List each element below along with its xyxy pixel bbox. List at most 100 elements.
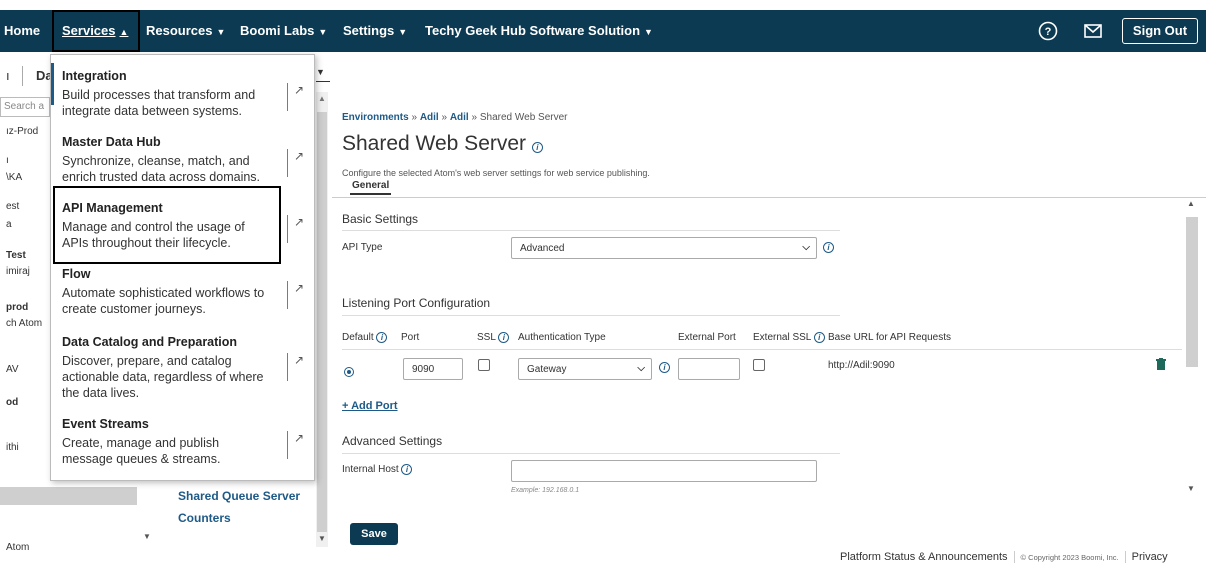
scroll-up-arrow-icon[interactable]: ▲ — [1187, 199, 1195, 208]
internal-host-input[interactable] — [511, 460, 817, 482]
menu-item-title: Master Data Hub — [62, 135, 161, 149]
divider — [342, 315, 840, 316]
nav-boomi-labs[interactable]: Boomi Labs ▼ — [240, 10, 327, 52]
external-link-icon[interactable]: ↗ — [287, 353, 307, 381]
nav-settings[interactable]: Settings ▼ — [343, 10, 407, 52]
external-link-icon[interactable]: ↗ — [287, 281, 307, 309]
divider — [1124, 551, 1126, 564]
info-icon[interactable]: i — [498, 332, 510, 343]
middle-scrollbar[interactable]: ▲ ▼ — [316, 92, 328, 547]
menu-item-description: Synchronize, cleanse, match, and enrich … — [62, 154, 261, 184]
port-input[interactable]: 9090 — [403, 358, 463, 380]
col-ssl-label: SSL — [477, 332, 496, 343]
scroll-up-arrow-icon[interactable]: ▲ — [318, 94, 326, 103]
list-item[interactable]: prod — [6, 302, 28, 313]
chevron-down-icon: ▼ — [318, 27, 328, 37]
nav-resources-label: Resources — [146, 23, 213, 38]
save-button[interactable]: Save — [350, 523, 398, 545]
top-navigation: Home Services ▲ Resources ▼ Boomi Labs ▼ Se… — [0, 0, 1206, 52]
divider — [1013, 551, 1015, 564]
external-link-icon[interactable]: ↗ — [287, 431, 307, 459]
scroll-down-arrow-icon[interactable]: ▼ — [143, 532, 151, 541]
add-port-link[interactable]: + Add Port — [342, 400, 398, 412]
caret-up-icon: ▲ — [119, 27, 129, 37]
breadcrumb-environments[interactable]: Environments — [342, 112, 409, 123]
nav-account[interactable]: Techy Geek Hub Software Solution ▼ — [425, 10, 653, 52]
tab-general[interactable]: General — [350, 180, 392, 195]
main-scrollbar[interactable]: ▲ ▼ — [1184, 197, 1198, 502]
list-item[interactable]: AV — [6, 364, 19, 375]
chevron-down-icon: ▼ — [644, 27, 653, 37]
scrollbar-thumb[interactable] — [317, 112, 327, 532]
page-title-text: Shared Web Server — [342, 132, 527, 155]
internal-host-example: Example: 192.168.0.1 — [511, 487, 580, 494]
info-icon[interactable]: i — [531, 142, 543, 153]
footer-status-link[interactable]: Platform Status & Announcements — [840, 551, 1008, 563]
menu-item-api-management[interactable]: API Management Manage and control the us… — [51, 201, 314, 251]
nav-services[interactable]: Services ▲ — [62, 10, 128, 52]
scroll-down-arrow-icon[interactable]: ▼ — [1187, 484, 1195, 493]
api-type-label: API Type — [342, 242, 383, 253]
external-link-icon[interactable]: ↗ — [287, 83, 307, 111]
atom-search-input[interactable]: Search a — [0, 97, 50, 117]
mail-icon[interactable] — [1082, 20, 1104, 42]
chevron-down-icon[interactable]: ▼ — [316, 67, 325, 77]
menu-item-master-data-hub[interactable]: Master Data Hub Synchronize, cleanse, ma… — [51, 135, 314, 185]
list-item[interactable]: est — [6, 201, 19, 212]
footer-privacy-link[interactable]: Privacy — [1132, 551, 1168, 563]
api-type-value: Advanced — [520, 243, 565, 254]
list-item[interactable]: a — [6, 219, 12, 230]
info-icon[interactable]: i — [813, 332, 825, 343]
settings-panel: Basic Settings API Type Advanced ⌵ i Lis… — [332, 197, 1206, 517]
scrollbar-thumb[interactable] — [1186, 217, 1198, 367]
external-port-input[interactable] — [678, 358, 740, 380]
col-default-label: Default — [342, 332, 374, 343]
nav-settings-label: Settings — [343, 23, 395, 38]
list-item[interactable]: Test — [6, 250, 26, 261]
ssl-checkbox[interactable] — [478, 359, 490, 371]
col-external-ssl-label: External SSL — [753, 332, 811, 343]
nav-link-shared-queue-server[interactable]: Shared Queue Server — [178, 489, 300, 503]
breadcrumb-adil-atom[interactable]: Adil — [450, 112, 469, 123]
default-radio[interactable] — [344, 367, 354, 377]
subbar-item-1[interactable]: ı — [6, 68, 10, 83]
divider — [22, 66, 23, 86]
nav-home[interactable]: Home — [4, 10, 40, 52]
external-link-icon[interactable]: ↗ — [287, 149, 307, 177]
menu-item-event-streams[interactable]: Event Streams Create, manage and publish… — [51, 417, 314, 467]
list-item[interactable]: imiraj — [6, 266, 30, 277]
external-link-icon[interactable]: ↗ — [287, 215, 307, 243]
auth-type-select[interactable]: Gateway ⌵ — [518, 358, 652, 380]
divider — [342, 453, 840, 454]
info-icon[interactable]: i — [659, 362, 670, 373]
sign-out-button[interactable]: Sign Out — [1122, 18, 1198, 44]
menu-item-flow[interactable]: Flow Automate sophisticated workflows to… — [51, 267, 314, 317]
list-item[interactable]: \KA — [6, 172, 22, 183]
list-item[interactable]: ithi — [6, 442, 19, 453]
col-external-ssl: External SSL i — [753, 332, 825, 343]
external-ssl-checkbox[interactable] — [753, 359, 765, 371]
nav-link-counters[interactable]: Counters — [178, 511, 231, 525]
info-icon[interactable]: i — [401, 464, 413, 475]
menu-item-title: Flow — [62, 267, 91, 281]
col-port: Port — [401, 332, 420, 343]
list-item[interactable]: ch Atom — [6, 318, 42, 329]
nav-resources[interactable]: Resources ▼ — [146, 10, 225, 52]
menu-item-integration[interactable]: Integration Build processes that transfo… — [51, 69, 314, 119]
help-icon[interactable]: ? — [1037, 20, 1059, 42]
page-title: Shared Web Server i — [342, 132, 543, 156]
nav-boomi-labs-label: Boomi Labs — [240, 23, 315, 38]
list-item[interactable]: Atom — [6, 542, 29, 553]
breadcrumb-adil-env[interactable]: Adil — [420, 112, 439, 123]
menu-item-data-catalog[interactable]: Data Catalog and Preparation Discover, p… — [51, 335, 314, 401]
scroll-down-arrow-icon[interactable]: ▼ — [318, 534, 326, 543]
menu-item-title: API Management — [62, 201, 163, 215]
breadcrumb-separator: » — [441, 112, 448, 123]
list-item[interactable]: ız-Prod — [6, 126, 38, 137]
list-item[interactable]: ı — [6, 155, 9, 166]
list-item[interactable]: od — [6, 397, 18, 408]
trash-icon[interactable] — [1156, 357, 1166, 375]
info-icon[interactable]: i — [823, 242, 834, 253]
api-type-select[interactable]: Advanced ⌵ — [511, 237, 817, 259]
info-icon[interactable]: i — [376, 332, 388, 343]
